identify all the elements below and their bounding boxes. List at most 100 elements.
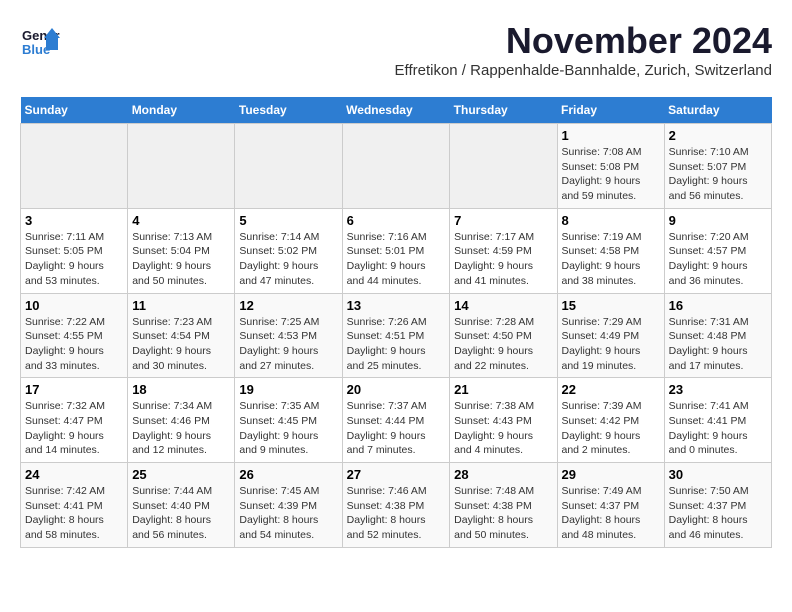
- day-info: Sunrise: 7:13 AM Sunset: 5:04 PM Dayligh…: [132, 230, 230, 289]
- day-info: Sunrise: 7:29 AM Sunset: 4:49 PM Dayligh…: [562, 315, 660, 374]
- calendar-cell: [450, 124, 557, 209]
- calendar-week-row: 1 Sunrise: 7:08 AM Sunset: 5:08 PM Daylig…: [21, 124, 772, 209]
- calendar-cell: 22 Sunrise: 7:39 AM Sunset: 4:42 PM Dayli…: [557, 378, 664, 463]
- day-info: Sunrise: 7:31 AM Sunset: 4:48 PM Dayligh…: [669, 315, 767, 374]
- day-info: Sunrise: 7:19 AM Sunset: 4:58 PM Dayligh…: [562, 230, 660, 289]
- calendar-cell: 3 Sunrise: 7:11 AM Sunset: 5:05 PM Daylig…: [21, 208, 128, 293]
- calendar-day-header: Sunday: [21, 97, 128, 124]
- calendar-cell: 4 Sunrise: 7:13 AM Sunset: 5:04 PM Daylig…: [128, 208, 235, 293]
- calendar-cell: 7 Sunrise: 7:17 AM Sunset: 4:59 PM Daylig…: [450, 208, 557, 293]
- day-number: 3: [25, 213, 123, 228]
- calendar-week-row: 10 Sunrise: 7:22 AM Sunset: 4:55 PM Dayli…: [21, 293, 772, 378]
- day-number: 7: [454, 213, 552, 228]
- day-number: 26: [239, 467, 337, 482]
- day-number: 13: [347, 298, 446, 313]
- calendar-day-header: Monday: [128, 97, 235, 124]
- day-info: Sunrise: 7:46 AM Sunset: 4:38 PM Dayligh…: [347, 484, 446, 543]
- calendar-cell: 12 Sunrise: 7:25 AM Sunset: 4:53 PM Dayli…: [235, 293, 342, 378]
- day-info: Sunrise: 7:22 AM Sunset: 4:55 PM Dayligh…: [25, 315, 123, 374]
- day-number: 15: [562, 298, 660, 313]
- calendar-day-header: Friday: [557, 97, 664, 124]
- calendar-cell: 23Sunrise: 7:41 AM Sunset: 4:41 PM Dayli…: [664, 378, 771, 463]
- calendar-cell: 11Sunrise: 7:23 AM Sunset: 4:54 PM Dayli…: [128, 293, 235, 378]
- day-number: 24: [25, 467, 123, 482]
- day-number: 16: [669, 298, 767, 313]
- calendar-cell: 10 Sunrise: 7:22 AM Sunset: 4:55 PM Dayli…: [21, 293, 128, 378]
- day-number: 2: [669, 128, 767, 143]
- day-info: Sunrise: 7:34 AM Sunset: 4:46 PM Dayligh…: [132, 399, 230, 458]
- calendar-day-header: Tuesday: [235, 97, 342, 124]
- day-number: 17: [25, 382, 123, 397]
- calendar-cell: [21, 124, 128, 209]
- day-number: 11: [132, 298, 230, 313]
- calendar-cell: 9 Sunrise: 7:20 AM Sunset: 4:57 PM Daylig…: [664, 208, 771, 293]
- calendar-cell: 15 Sunrise: 7:29 AM Sunset: 4:49 PM Dayli…: [557, 293, 664, 378]
- calendar-cell: 18 Sunrise: 7:34 AM Sunset: 4:46 PM Dayli…: [128, 378, 235, 463]
- calendar-cell: 13 Sunrise: 7:26 AM Sunset: 4:51 PM Dayli…: [342, 293, 450, 378]
- day-info: Sunrise: 7:25 AM Sunset: 4:53 PM Dayligh…: [239, 315, 337, 374]
- day-info: Sunrise: 7:11 AM Sunset: 5:05 PM Dayligh…: [25, 230, 123, 289]
- day-info: Sunrise: 7:37 AM Sunset: 4:44 PM Dayligh…: [347, 399, 446, 458]
- day-number: 22: [562, 382, 660, 397]
- day-info: Sunrise: 7:32 AM Sunset: 4:47 PM Dayligh…: [25, 399, 123, 458]
- day-number: 20: [347, 382, 446, 397]
- day-number: 14: [454, 298, 552, 313]
- day-number: 5: [239, 213, 337, 228]
- day-info: Sunrise: 7:26 AM Sunset: 4:51 PM Dayligh…: [347, 315, 446, 374]
- logo: General Blue: [20, 20, 64, 60]
- day-number: 21: [454, 382, 552, 397]
- calendar-cell: 14 Sunrise: 7:28 AM Sunset: 4:50 PM Dayli…: [450, 293, 557, 378]
- day-info: Sunrise: 7:08 AM Sunset: 5:08 PM Dayligh…: [562, 145, 660, 204]
- calendar-cell: 19 Sunrise: 7:35 AM Sunset: 4:45 PM Dayli…: [235, 378, 342, 463]
- title-block: November 2024 Effretikon / Rappenhalde-B…: [395, 20, 772, 89]
- day-number: 19: [239, 382, 337, 397]
- calendar-cell: 8Sunrise: 7:19 AM Sunset: 4:58 PM Daylig…: [557, 208, 664, 293]
- page-header: General Blue November 2024 Effretikon / …: [20, 20, 772, 89]
- day-info: Sunrise: 7:14 AM Sunset: 5:02 PM Dayligh…: [239, 230, 337, 289]
- calendar-cell: [128, 124, 235, 209]
- calendar-cell: 27 Sunrise: 7:46 AM Sunset: 4:38 PM Dayli…: [342, 463, 450, 548]
- day-info: Sunrise: 7:49 AM Sunset: 4:37 PM Dayligh…: [562, 484, 660, 543]
- calendar-cell: 16 Sunrise: 7:31 AM Sunset: 4:48 PM Dayli…: [664, 293, 771, 378]
- logo-icon: General Blue: [20, 20, 60, 60]
- day-number: 29: [562, 467, 660, 482]
- day-info: Sunrise: 7:28 AM Sunset: 4:50 PM Dayligh…: [454, 315, 552, 374]
- day-number: 1: [562, 128, 660, 143]
- day-info: Sunrise: 7:38 AM Sunset: 4:43 PM Dayligh…: [454, 399, 552, 458]
- calendar-cell: 17 Sunrise: 7:32 AM Sunset: 4:47 PM Dayli…: [21, 378, 128, 463]
- day-number: 12: [239, 298, 337, 313]
- day-info: Sunrise: 7:39 AM Sunset: 4:42 PM Dayligh…: [562, 399, 660, 458]
- calendar-cell: 6 Sunrise: 7:16 AM Sunset: 5:01 PM Daylig…: [342, 208, 450, 293]
- calendar-week-row: 24 Sunrise: 7:42 AM Sunset: 4:41 PM Dayli…: [21, 463, 772, 548]
- calendar-cell: 2Sunrise: 7:10 AM Sunset: 5:07 PM Daylig…: [664, 124, 771, 209]
- day-number: 27: [347, 467, 446, 482]
- day-info: Sunrise: 7:42 AM Sunset: 4:41 PM Dayligh…: [25, 484, 123, 543]
- day-info: Sunrise: 7:17 AM Sunset: 4:59 PM Dayligh…: [454, 230, 552, 289]
- calendar-header-row: SundayMondayTuesdayWednesdayThursdayFrid…: [21, 97, 772, 124]
- svg-text:Blue: Blue: [22, 42, 50, 57]
- calendar-cell: [342, 124, 450, 209]
- day-info: Sunrise: 7:48 AM Sunset: 4:38 PM Dayligh…: [454, 484, 552, 543]
- calendar-cell: 26Sunrise: 7:45 AM Sunset: 4:39 PM Dayli…: [235, 463, 342, 548]
- day-number: 10: [25, 298, 123, 313]
- calendar-cell: 5 Sunrise: 7:14 AM Sunset: 5:02 PM Daylig…: [235, 208, 342, 293]
- day-number: 30: [669, 467, 767, 482]
- calendar-cell: [235, 124, 342, 209]
- calendar-cell: 24 Sunrise: 7:42 AM Sunset: 4:41 PM Dayli…: [21, 463, 128, 548]
- day-number: 9: [669, 213, 767, 228]
- calendar-cell: 21 Sunrise: 7:38 AM Sunset: 4:43 PM Dayli…: [450, 378, 557, 463]
- day-number: 18: [132, 382, 230, 397]
- calendar-cell: 25Sunrise: 7:44 AM Sunset: 4:40 PM Dayli…: [128, 463, 235, 548]
- calendar-week-row: 3 Sunrise: 7:11 AM Sunset: 5:05 PM Daylig…: [21, 208, 772, 293]
- day-info: Sunrise: 7:20 AM Sunset: 4:57 PM Dayligh…: [669, 230, 767, 289]
- calendar-body: 1 Sunrise: 7:08 AM Sunset: 5:08 PM Daylig…: [21, 124, 772, 548]
- day-number: 6: [347, 213, 446, 228]
- day-info: Sunrise: 7:35 AM Sunset: 4:45 PM Dayligh…: [239, 399, 337, 458]
- calendar-cell: 1 Sunrise: 7:08 AM Sunset: 5:08 PM Daylig…: [557, 124, 664, 209]
- day-number: 25: [132, 467, 230, 482]
- subtitle: Effretikon / Rappenhalde-Bannhalde, Zuri…: [395, 62, 772, 79]
- calendar-table: SundayMondayTuesdayWednesdayThursdayFrid…: [20, 97, 772, 548]
- day-number: 4: [132, 213, 230, 228]
- day-info: Sunrise: 7:16 AM Sunset: 5:01 PM Dayligh…: [347, 230, 446, 289]
- calendar-day-header: Saturday: [664, 97, 771, 124]
